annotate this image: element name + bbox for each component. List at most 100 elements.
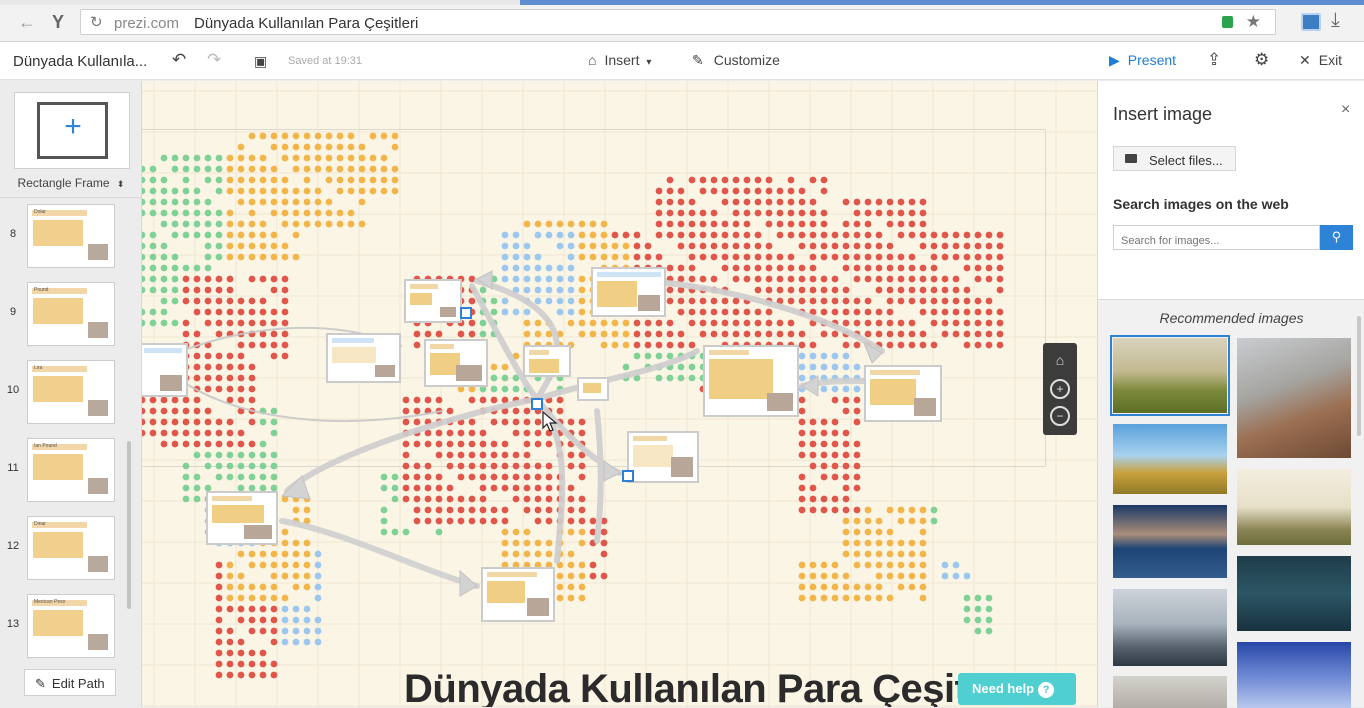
canvas-slide[interactable] xyxy=(424,339,488,387)
download-icon[interactable]: ⤓ xyxy=(1331,9,1340,32)
recommended-image[interactable] xyxy=(1113,676,1227,708)
slide-thumb-text xyxy=(33,532,83,558)
slide-item[interactable]: 12 Dinar xyxy=(0,510,142,585)
insert-menu[interactable]: ⌂ Insert ▾ xyxy=(588,52,651,68)
recommended-image[interactable] xyxy=(1237,338,1351,458)
reload-icon[interactable]: ↻ xyxy=(90,13,103,31)
slide-thumb-image xyxy=(88,634,108,650)
recommended-image[interactable] xyxy=(1113,589,1227,666)
recommended-image[interactable] xyxy=(1237,642,1351,708)
selection-handle[interactable] xyxy=(460,307,472,319)
chevron-down-icon: ▾ xyxy=(646,57,652,68)
search-section-label: Search images on the web xyxy=(1113,196,1289,212)
insert-image-panel: Insert image × Select files... Search im… xyxy=(1097,81,1364,708)
present-label: Present xyxy=(1127,52,1177,68)
select-files-button[interactable]: Select files... xyxy=(1113,146,1236,171)
slide-list: 8 Dolar 9 Pound 10 Lira 11 Ian Pound 12 … xyxy=(0,197,142,665)
canvas-slide[interactable] xyxy=(864,365,942,422)
search-icon[interactable]: ⚲ xyxy=(1320,225,1353,250)
save-icon[interactable]: ▣ xyxy=(254,53,267,70)
document-title[interactable]: Dünyada Kullanıla... xyxy=(13,53,147,70)
close-icon[interactable]: × xyxy=(1341,101,1350,119)
canvas-slide[interactable] xyxy=(481,567,555,622)
selection-handle[interactable] xyxy=(531,398,543,410)
canvas-slide[interactable] xyxy=(577,377,609,401)
frame-type-select[interactable]: Rectangle Frame ⬍ xyxy=(0,176,142,190)
canvas-slide[interactable] xyxy=(703,345,799,417)
canvas-slide[interactable] xyxy=(591,267,666,317)
slide-thumb-image xyxy=(88,322,108,338)
slide-item[interactable]: 8 Dolar xyxy=(0,198,142,273)
customize-button[interactable]: ✎ Customize xyxy=(692,52,780,69)
canvas-slide[interactable] xyxy=(523,345,571,377)
lock-icon[interactable] xyxy=(1222,16,1233,28)
slide-item[interactable]: 9 Pound xyxy=(0,276,142,351)
edit-path-button[interactable]: ✎ Edit Path xyxy=(24,669,116,696)
image-search-input[interactable] xyxy=(1113,225,1320,250)
slide-thumb-header: Lira xyxy=(32,365,87,372)
home-icon[interactable]: ⌂ xyxy=(1050,352,1070,372)
slide-number: 10 xyxy=(6,384,20,396)
mouse-cursor-icon xyxy=(542,411,558,432)
slide-thumbnail[interactable]: Pound xyxy=(27,282,115,346)
back-arrow-icon[interactable]: ← xyxy=(18,12,36,33)
slide-thumb-image xyxy=(88,244,108,260)
slide-thumbnail[interactable]: Dolar xyxy=(27,204,115,268)
slide-thumb-title: Lira xyxy=(34,365,43,371)
selection-handle[interactable] xyxy=(622,470,634,482)
canvas-slide[interactable] xyxy=(206,491,278,545)
slide-thumb-title: Ian Pound xyxy=(34,443,57,449)
undo-icon[interactable]: ↶ xyxy=(172,50,186,70)
bookmark-star-icon[interactable]: ★ xyxy=(1246,12,1261,32)
present-button[interactable]: ▶ Present xyxy=(1109,52,1176,69)
recommended-image[interactable] xyxy=(1237,556,1351,631)
slide-thumbnail[interactable]: Mexican Peso xyxy=(27,594,115,658)
path-arrow xyxy=(181,380,443,422)
chevron-updown-icon: ⬍ xyxy=(116,179,125,189)
slide-thumb-title: Pound xyxy=(34,287,49,293)
add-frame-button[interactable]: + xyxy=(14,92,130,169)
customize-label: Customize xyxy=(713,52,780,68)
canvas-slide[interactable] xyxy=(142,343,188,397)
recommended-image[interactable] xyxy=(1113,424,1227,494)
recommended-image[interactable] xyxy=(1110,335,1230,416)
recommended-image[interactable] xyxy=(1113,505,1227,578)
pencil-icon: ✎ xyxy=(35,676,46,691)
redo-icon[interactable]: ↷ xyxy=(207,50,221,70)
frame-type-label: Rectangle Frame xyxy=(17,176,110,190)
zoom-out-icon[interactable]: − xyxy=(1050,406,1070,426)
path-arrows xyxy=(181,270,885,597)
prezi-canvas[interactable]: ⌂ + − Dünyada Kullanılan Para Çeşitl Nee… xyxy=(142,81,1097,707)
arrowhead xyxy=(459,569,478,597)
canvas-slide[interactable] xyxy=(326,333,401,383)
yandex-logo-icon[interactable]: Y xyxy=(52,12,64,33)
panel-title: Insert image xyxy=(1113,104,1213,124)
zoom-in-icon[interactable]: + xyxy=(1050,379,1070,399)
slide-thumb-title: Dolar xyxy=(34,209,46,215)
slide-thumb-title: Dinar xyxy=(34,521,46,527)
arrowhead xyxy=(801,375,819,397)
zoom-controls: ⌂ + − xyxy=(1043,343,1077,435)
share-icon[interactable]: ⇪ xyxy=(1207,50,1221,70)
slide-thumbnail[interactable]: Lira xyxy=(27,360,115,424)
need-help-button[interactable]: Need help? xyxy=(958,673,1076,705)
slide-thumb-header: Pound xyxy=(32,287,87,294)
extension-image-icon[interactable] xyxy=(1301,13,1321,31)
path-arrow xyxy=(594,408,604,544)
canvas-slide[interactable] xyxy=(627,431,699,483)
exit-button[interactable]: ✕ Exit xyxy=(1299,52,1342,69)
canvas-slide[interactable] xyxy=(404,279,462,323)
slide-item[interactable]: 13 Mexican Peso xyxy=(0,588,142,663)
canvas-title[interactable]: Dünyada Kullanılan Para Çeşitl xyxy=(404,667,979,707)
panel-scrollbar[interactable] xyxy=(1357,316,1361,436)
slide-thumbnail[interactable]: Ian Pound xyxy=(27,438,115,502)
path-arrow xyxy=(279,518,480,589)
slide-thumb-header: Dolar xyxy=(32,209,87,216)
address-bar[interactable]: ↻ prezi.com Dünyada Kullanılan Para Çeşi… xyxy=(80,9,1276,35)
sidebar-scrollbar[interactable] xyxy=(127,441,131,609)
slide-item[interactable]: 10 Lira xyxy=(0,354,142,429)
recommended-image[interactable] xyxy=(1237,469,1351,545)
gear-icon[interactable]: ⚙ xyxy=(1254,50,1269,70)
slide-item[interactable]: 11 Ian Pound xyxy=(0,432,142,507)
slide-thumbnail[interactable]: Dinar xyxy=(27,516,115,580)
